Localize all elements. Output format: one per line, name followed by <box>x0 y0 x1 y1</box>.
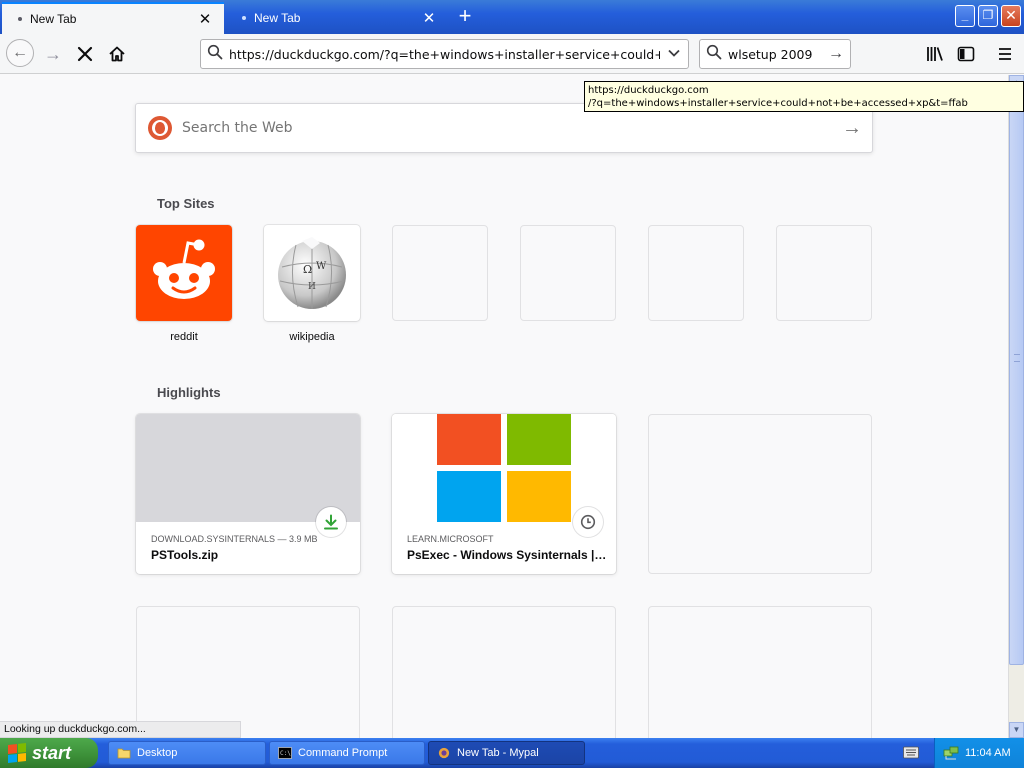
tooltip-line: https://duckduckgo.com <box>588 85 709 96</box>
top-sites-heading: Top Sites <box>157 196 215 211</box>
card-title: PSTools.zip <box>151 548 219 562</box>
network-icon[interactable] <box>943 746 959 760</box>
taskbar-item-label: Command Prompt <box>298 747 388 759</box>
navigation-toolbar: ← → → <box>0 34 1024 74</box>
clock-icon <box>573 507 603 537</box>
taskbar-item-desktop[interactable]: Desktop <box>108 741 266 765</box>
top-site-empty-slot[interactable] <box>392 225 488 321</box>
tab-label: New Tab <box>254 11 301 25</box>
scroll-down-arrow-icon[interactable]: ▼ <box>1009 722 1024 738</box>
taskbar-item-browser[interactable]: New Tab - Mypal <box>428 741 585 765</box>
wikipedia-globe-icon: Ω W И <box>278 237 346 309</box>
tab-favicon <box>18 17 22 21</box>
close-tab-icon[interactable]: ✕ <box>196 10 214 28</box>
search-input[interactable] <box>728 46 824 62</box>
card-title: PsExec - Windows Sysinternals | Microsof… <box>407 548 607 562</box>
highlight-empty-slot <box>392 606 616 738</box>
start-button[interactable]: start <box>0 738 98 768</box>
highlight-empty-slot <box>648 414 872 574</box>
top-site-wikipedia[interactable]: Ω W И <box>264 225 360 321</box>
chevron-down-icon[interactable] <box>660 46 688 63</box>
back-arrow-icon[interactable]: ← <box>6 39 34 67</box>
top-site-reddit[interactable] <box>136 225 232 321</box>
url-input[interactable] <box>229 46 660 62</box>
top-site-empty-slot[interactable] <box>776 225 872 321</box>
folder-icon <box>117 748 131 759</box>
taskbar-item-label: New Tab - Mypal <box>457 747 539 759</box>
card-context: LEARN.MICROSOFT <box>407 534 494 544</box>
card-context: DOWNLOAD.SYSINTERNALS — 3.9 MB <box>151 534 318 544</box>
status-bar: Looking up duckduckgo.com... <box>0 721 241 738</box>
svg-text:W: W <box>316 261 327 272</box>
scrollbar-thumb[interactable] <box>1009 91 1024 665</box>
sidebar-toggle-icon[interactable] <box>953 41 979 67</box>
highlight-card-psexec[interactable]: LEARN.MICROSOFT PsExec - Windows Sysinte… <box>392 414 616 574</box>
svg-text:Ω: Ω <box>303 263 312 276</box>
svg-text:C:\: C:\ <box>280 750 291 757</box>
start-label: start <box>32 742 72 763</box>
web-search-input[interactable] <box>182 120 832 136</box>
top-site-label[interactable]: wikipedia <box>264 331 360 343</box>
tab-favicon <box>242 16 246 20</box>
taskbar: start Desktop C:\ Command Prompt New Tab… <box>0 738 1024 768</box>
taskbar-item-command-prompt[interactable]: C:\ Command Prompt <box>269 741 425 765</box>
home-icon[interactable] <box>104 41 130 67</box>
search-icon <box>700 44 728 64</box>
url-tooltip: https://duckduckgo.com /?q=the+windows+i… <box>584 81 1024 112</box>
search-bar[interactable]: → <box>699 39 851 69</box>
highlights-heading: Highlights <box>157 385 221 400</box>
duckduckgo-logo-icon <box>148 116 172 140</box>
top-site-empty-slot[interactable] <box>648 225 744 321</box>
close-tab-icon[interactable]: ✕ <box>420 9 438 27</box>
taskbar-item-label: Desktop <box>137 747 178 759</box>
top-site-label[interactable]: reddit <box>136 331 232 343</box>
svg-text:И: И <box>308 282 316 292</box>
stop-loading-icon[interactable] <box>72 41 98 67</box>
highlight-empty-slot <box>648 606 872 738</box>
arrow-right-icon[interactable]: → <box>832 117 872 140</box>
hamburger-menu-icon[interactable] <box>992 41 1018 67</box>
system-tray: 11:04 AM <box>934 738 1024 768</box>
console-icon: C:\ <box>278 747 292 759</box>
highlight-empty-slot <box>136 606 360 738</box>
keyboard-icon[interactable] <box>903 746 919 759</box>
forward-arrow-icon[interactable]: → <box>40 41 66 67</box>
search-icon <box>201 44 229 64</box>
reddit-logo-icon <box>136 225 232 321</box>
maximize-window-button[interactable]: ❐ <box>978 5 998 27</box>
top-site-empty-slot[interactable] <box>520 225 616 321</box>
windows-logo-icon <box>8 743 26 763</box>
close-window-button[interactable]: ✕ <box>1001 5 1021 27</box>
scrollbar-grip <box>1014 354 1020 362</box>
microsoft-logo-icon <box>437 414 571 522</box>
minimize-window-button[interactable]: _ <box>955 5 975 27</box>
library-icon[interactable] <box>922 41 948 67</box>
new-tab-plus-icon[interactable]: + <box>452 4 478 30</box>
url-bar[interactable] <box>200 39 689 69</box>
clock[interactable]: 11:04 AM <box>965 747 1011 759</box>
tab-new-tab-active[interactable]: New Tab ✕ <box>2 2 224 34</box>
vertical-scrollbar[interactable]: ▲ ▼ <box>1008 75 1024 738</box>
browser-icon <box>438 747 450 759</box>
card-preview <box>392 414 616 522</box>
tooltip-line: /?q=the+windows+installer+service+could+… <box>588 98 968 109</box>
highlight-card-pstools[interactable]: DOWNLOAD.SYSINTERNALS — 3.9 MB PSTools.z… <box>136 414 360 574</box>
download-icon <box>316 507 346 537</box>
tab-strip: New Tab ✕ New Tab ✕ + _ ❐ ✕ <box>0 0 1024 34</box>
new-tab-page: → Top Sites <box>0 75 1008 738</box>
card-preview <box>136 414 360 522</box>
tab-new-tab[interactable]: New Tab ✕ <box>226 2 448 34</box>
tab-label: New Tab <box>30 12 77 26</box>
arrow-right-icon[interactable]: → <box>824 45 848 63</box>
